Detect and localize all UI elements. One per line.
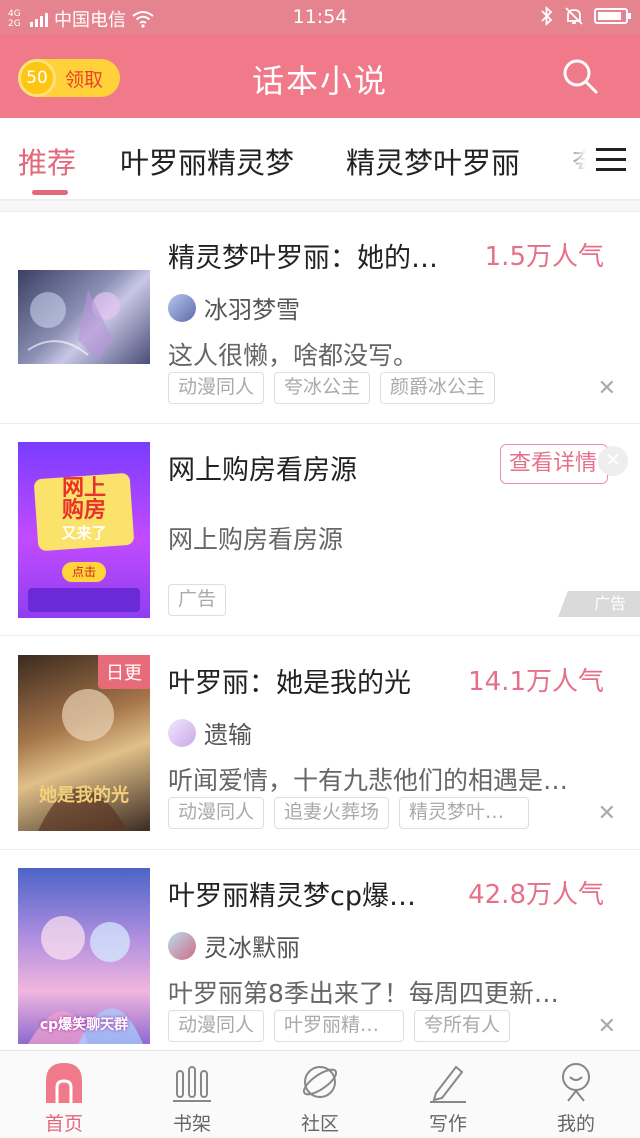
ad-tag: 广告 bbox=[168, 584, 227, 616]
author[interactable]: 遗输 bbox=[168, 715, 252, 750]
nav-profile[interactable]: 我的 bbox=[512, 1057, 640, 1137]
battery-icon bbox=[594, 8, 631, 24]
dismiss-icon[interactable]: ✕ bbox=[598, 376, 616, 401]
author[interactable]: 冰羽梦雪 bbox=[168, 290, 300, 325]
popularity: 42.8万人气 bbox=[468, 880, 604, 910]
story-title[interactable]: 叶罗丽精灵梦cp爆… bbox=[168, 874, 448, 913]
tab-jinglingmeng-yeluoli[interactable]: 精灵梦叶罗丽 bbox=[346, 140, 520, 182]
home-icon bbox=[46, 1063, 82, 1103]
story-title[interactable]: 叶罗丽：她是我的光 bbox=[168, 661, 448, 700]
tag[interactable]: 动漫同人 bbox=[168, 372, 265, 404]
dismiss-icon[interactable]: ✕ bbox=[598, 1014, 616, 1039]
story-desc: 这人很懒，啥都没写。 bbox=[168, 341, 419, 370]
status-bar: 4G 2G 中国电信 11:54 bbox=[0, 0, 640, 34]
view-details-button[interactable]: 查看详情 bbox=[500, 444, 608, 484]
cover-text: cp爆笑聊天群 bbox=[39, 1017, 129, 1033]
planet-icon bbox=[302, 1066, 338, 1098]
popularity: 1.5万人气 bbox=[484, 242, 604, 272]
ad-desc: 网上购房看房源 bbox=[168, 525, 344, 554]
pencil-icon bbox=[430, 1065, 466, 1103]
app-title: 话本小说 bbox=[251, 62, 388, 100]
author[interactable]: 灵冰默丽 bbox=[168, 928, 300, 963]
story-cover bbox=[18, 270, 150, 364]
tab-yeluoli-jinglingmeng[interactable]: 叶罗丽精灵梦 bbox=[120, 140, 294, 182]
avatar bbox=[168, 293, 196, 322]
story-card[interactable]: cp爆笑聊天群 叶罗丽精灵梦cp爆… 42.8万人气 灵冰默丽 叶罗丽第8季出来… bbox=[0, 850, 640, 1050]
ad-card[interactable]: 网上 购房 又来了 点击 网上购房看房源 查看详情 ✕ 网上购房看房源 广告 广… bbox=[0, 424, 640, 636]
story-cover: cp爆笑聊天群 bbox=[18, 868, 150, 1044]
ad-mark: 广告 bbox=[558, 591, 640, 617]
profile-icon bbox=[562, 1063, 590, 1102]
story-card[interactable]: 她是我的光 日更 叶罗丽：她是我的光 14.1万人气 遗输 听闻爱情，十有九悲他… bbox=[0, 637, 640, 850]
tag[interactable]: 颜爵冰公主 bbox=[380, 372, 496, 404]
tag-list: 动漫同人 追妻火葬场 精灵梦叶… bbox=[168, 797, 530, 829]
ad-cover-text: 网上 购房 又来了 bbox=[61, 476, 107, 543]
bookshelf-icon bbox=[173, 1066, 211, 1102]
tab-recommend[interactable]: 推荐 bbox=[18, 140, 76, 182]
author-name: 遗输 bbox=[204, 721, 252, 749]
story-desc: 听闻爱情，十有九悲他们的相遇是… bbox=[168, 766, 569, 795]
bluetooth-icon bbox=[541, 6, 553, 26]
ad-close-icon[interactable]: ✕ bbox=[598, 446, 628, 476]
bottom-nav: 首页 书架 社区 写作 我的 bbox=[0, 1050, 640, 1138]
tag[interactable]: 动漫同人 bbox=[168, 1010, 265, 1042]
tag[interactable]: 夸所有人 bbox=[414, 1010, 511, 1042]
tag[interactable]: 叶罗丽精… bbox=[274, 1010, 405, 1042]
app-header: 50 领取 话本小说 bbox=[0, 34, 640, 118]
tag[interactable]: 精灵梦叶… bbox=[399, 797, 530, 829]
category-tabs: 推荐 叶罗丽精灵梦 精灵梦叶罗丽 夸 bbox=[0, 118, 640, 200]
tag[interactable]: 夸冰公主 bbox=[274, 372, 371, 404]
tab-menu-icon[interactable] bbox=[586, 138, 640, 180]
nav-write[interactable]: 写作 bbox=[384, 1057, 512, 1137]
ad-cover: 网上 购房 又来了 点击 bbox=[18, 442, 150, 618]
avatar bbox=[168, 718, 196, 747]
mute-bell-icon bbox=[565, 7, 583, 25]
avatar bbox=[168, 931, 196, 960]
tag[interactable]: 动漫同人 bbox=[168, 797, 265, 829]
tag-list: 动漫同人 夸冰公主 颜爵冰公主 bbox=[168, 372, 496, 404]
nav-home[interactable]: 首页 bbox=[0, 1057, 128, 1137]
ad-cover-cta: 点击 bbox=[62, 562, 106, 582]
daily-update-badge: 日更 bbox=[98, 655, 150, 689]
cover-text: 她是我的光 bbox=[39, 785, 129, 806]
ad-title[interactable]: 网上购房看房源 bbox=[168, 448, 468, 487]
divider bbox=[0, 200, 640, 212]
popularity: 14.1万人气 bbox=[468, 667, 604, 697]
active-tab-indicator bbox=[32, 190, 68, 195]
story-cover: 她是我的光 日更 bbox=[18, 655, 150, 831]
story-title[interactable]: 精灵梦叶罗丽：她的… bbox=[168, 236, 468, 275]
nav-community[interactable]: 社区 bbox=[256, 1057, 384, 1137]
story-card[interactable]: 精灵梦叶罗丽：她的… 1.5万人气 冰羽梦雪 这人很懒，啥都没写。 动漫同人 夸… bbox=[0, 212, 640, 424]
story-desc: 叶罗丽第8季出来了！每周四更新… bbox=[168, 979, 559, 1008]
nav-bookshelf[interactable]: 书架 bbox=[128, 1057, 256, 1137]
tag[interactable]: 追妻火葬场 bbox=[274, 797, 390, 829]
search-icon[interactable] bbox=[560, 56, 600, 96]
author-name: 灵冰默丽 bbox=[204, 934, 300, 962]
dismiss-icon[interactable]: ✕ bbox=[598, 801, 616, 826]
author-name: 冰羽梦雪 bbox=[204, 296, 300, 324]
tag-list: 广告 bbox=[168, 584, 227, 616]
tag-list: 动漫同人 叶罗丽精… 夸所有人 bbox=[168, 1010, 511, 1042]
